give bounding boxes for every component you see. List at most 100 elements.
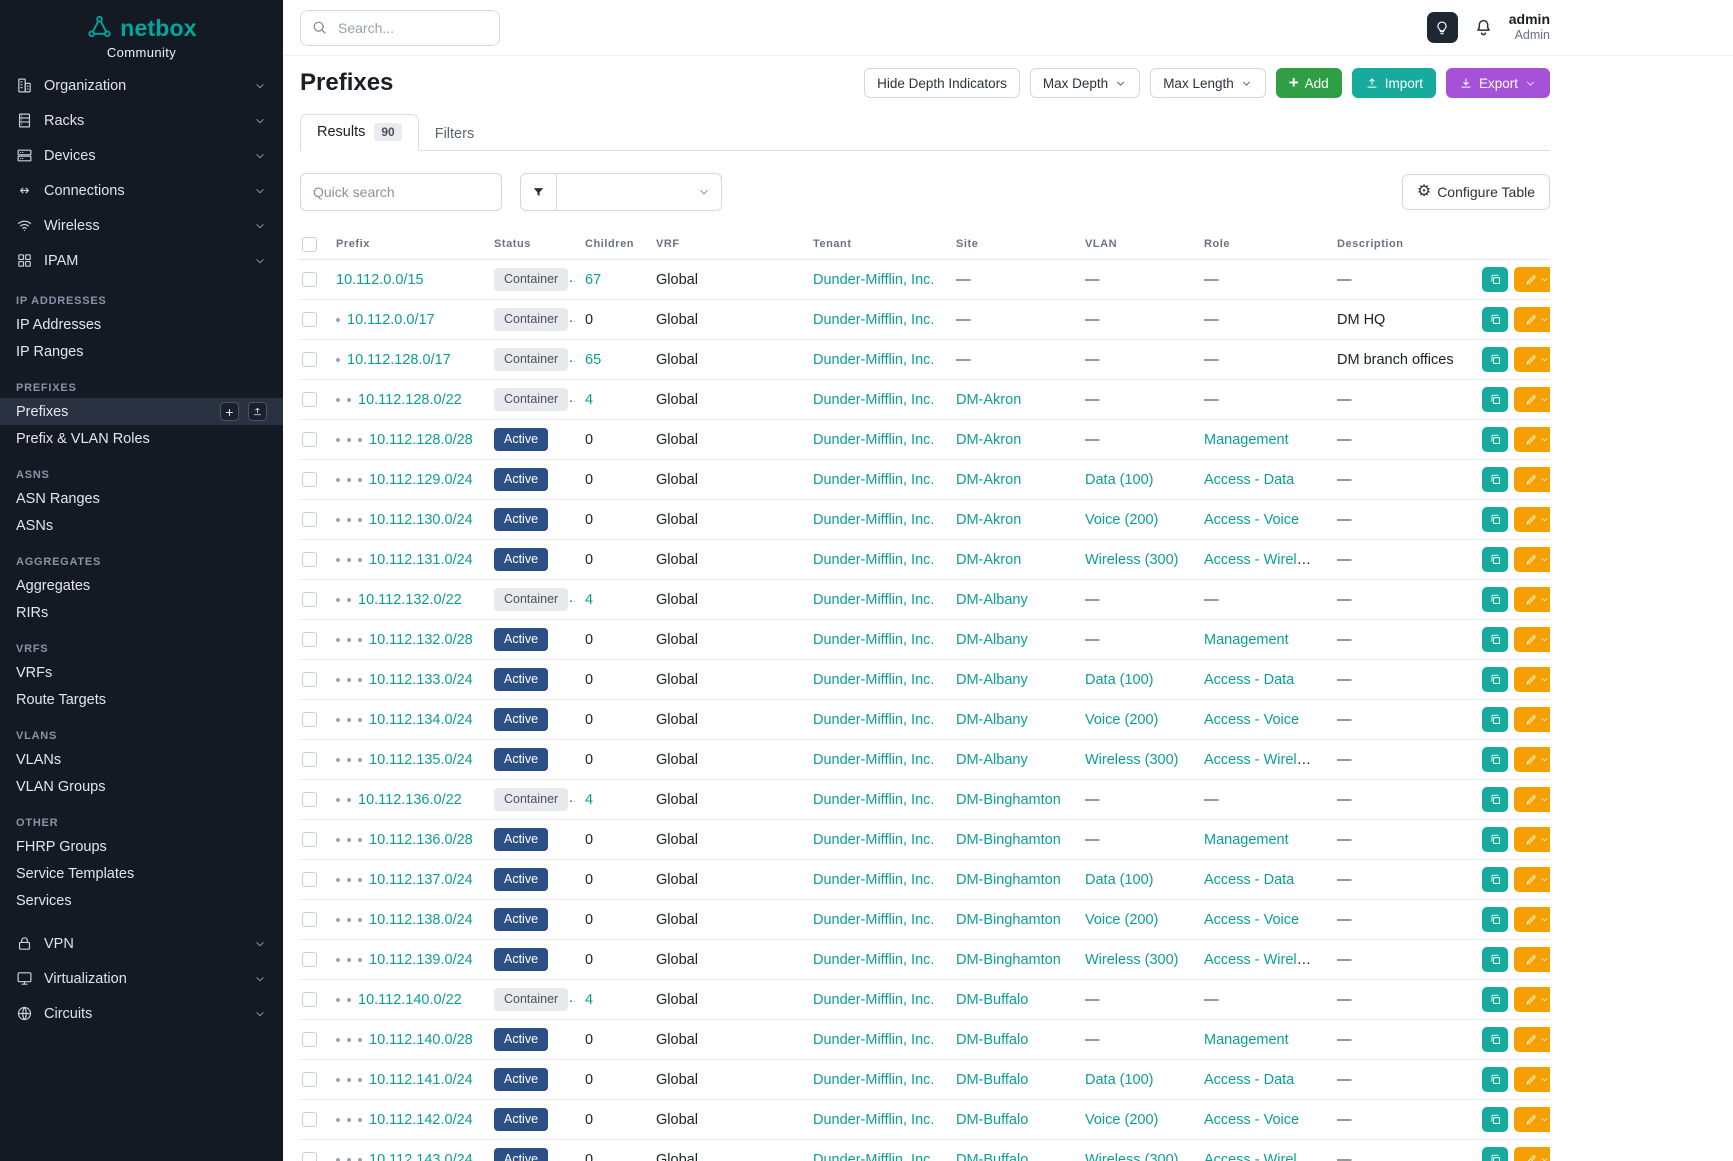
row-checkbox[interactable] <box>302 952 317 967</box>
quick-search-input[interactable] <box>300 173 502 211</box>
tenant-link[interactable]: Dunder-Mifflin, Inc. <box>813 992 934 1008</box>
tenant-link[interactable]: Dunder-Mifflin, Inc. <box>813 632 934 648</box>
prefix-link[interactable]: 10.112.133.0/24 <box>369 672 473 688</box>
prefix-link[interactable]: 10.112.131.0/24 <box>369 552 473 568</box>
tenant-link[interactable]: Dunder-Mifflin, Inc. <box>813 912 934 928</box>
edit-button[interactable] <box>1514 907 1550 932</box>
site-link[interactable]: DM-Buffalo <box>956 1152 1028 1161</box>
saved-filter-select[interactable] <box>557 173 722 211</box>
prefix-link[interactable]: 10.112.128.0/17 <box>347 352 451 368</box>
edit-button[interactable] <box>1514 1107 1550 1132</box>
edit-button[interactable] <box>1514 347 1550 372</box>
sidebar-item-asns[interactable]: ASNs <box>0 512 283 539</box>
sidebar-item-services[interactable]: Services <box>0 887 283 914</box>
site-link[interactable]: DM-Binghamton <box>956 912 1061 928</box>
column-header-description[interactable]: Description <box>1327 229 1472 260</box>
row-checkbox[interactable] <box>302 352 317 367</box>
copy-button[interactable] <box>1482 1027 1508 1052</box>
row-checkbox[interactable] <box>302 1032 317 1047</box>
sidebar-item-vrfs[interactable]: VRFs <box>0 659 283 686</box>
copy-button[interactable] <box>1482 747 1508 772</box>
copy-button[interactable] <box>1482 707 1508 732</box>
user-menu[interactable]: admin Admin <box>1509 11 1550 44</box>
edit-button[interactable] <box>1514 467 1550 492</box>
column-header-children[interactable]: Children <box>575 229 646 260</box>
site-link[interactable]: DM-Buffalo <box>956 1072 1028 1088</box>
role-link[interactable]: Access - Voice <box>1204 512 1299 528</box>
copy-button[interactable] <box>1482 827 1508 852</box>
site-link[interactable]: DM-Binghamton <box>956 872 1061 888</box>
column-header-status[interactable]: Status <box>484 229 575 260</box>
prefix-link[interactable]: 10.112.0.0/17 <box>347 312 435 328</box>
edit-button[interactable] <box>1514 1147 1550 1161</box>
tenant-link[interactable]: Dunder-Mifflin, Inc. <box>813 1032 934 1048</box>
tenant-link[interactable]: Dunder-Mifflin, Inc. <box>813 312 934 328</box>
sidebar-item-aggregates[interactable]: Aggregates <box>0 572 283 599</box>
row-checkbox[interactable] <box>302 712 317 727</box>
prefix-link[interactable]: 10.112.140.0/22 <box>358 992 462 1008</box>
vlan-link[interactable]: Wireless (300) <box>1085 552 1178 568</box>
copy-button[interactable] <box>1482 947 1508 972</box>
column-header-prefix[interactable]: Prefix <box>326 229 484 260</box>
edit-button[interactable] <box>1514 667 1550 692</box>
copy-button[interactable] <box>1482 627 1508 652</box>
vlan-link[interactable]: Wireless (300) <box>1085 952 1178 968</box>
vlan-link[interactable]: Data (100) <box>1085 472 1154 488</box>
prefix-link[interactable]: 10.112.132.0/28 <box>369 632 473 648</box>
vlan-link[interactable]: Data (100) <box>1085 872 1154 888</box>
copy-button[interactable] <box>1482 987 1508 1012</box>
netbox-logo[interactable]: netbox Community <box>0 0 283 68</box>
row-checkbox[interactable] <box>302 632 317 647</box>
site-link[interactable]: DM-Albany <box>956 632 1028 648</box>
role-link[interactable]: Management <box>1204 632 1289 648</box>
filter-button[interactable] <box>520 173 557 211</box>
tenant-link[interactable]: Dunder-Mifflin, Inc. <box>813 432 934 448</box>
copy-button[interactable] <box>1482 507 1508 532</box>
tenant-link[interactable]: Dunder-Mifflin, Inc. <box>813 512 934 528</box>
tenant-link[interactable]: Dunder-Mifflin, Inc. <box>813 1152 934 1161</box>
site-link[interactable]: DM-Akron <box>956 512 1021 528</box>
vlan-link[interactable]: Voice (200) <box>1085 912 1158 928</box>
prefix-link[interactable]: 10.112.130.0/24 <box>369 512 473 528</box>
sidebar-add-mini-button[interactable]: + <box>220 402 239 421</box>
site-link[interactable]: DM-Binghamton <box>956 832 1061 848</box>
tab-results[interactable]: Results90 <box>300 114 419 151</box>
sidebar-item-rirs[interactable]: RIRs <box>0 599 283 626</box>
vlan-link[interactable]: Voice (200) <box>1085 512 1158 528</box>
theme-toggle-button[interactable] <box>1427 12 1458 43</box>
children-count-link[interactable]: 4 <box>585 592 593 608</box>
edit-button[interactable] <box>1514 787 1550 812</box>
tenant-link[interactable]: Dunder-Mifflin, Inc. <box>813 352 934 368</box>
sidebar-item-organization[interactable]: Organization <box>0 68 283 103</box>
site-link[interactable]: DM-Akron <box>956 472 1021 488</box>
edit-button[interactable] <box>1514 987 1550 1012</box>
edit-button[interactable] <box>1514 867 1550 892</box>
children-count-link[interactable]: 4 <box>585 392 593 408</box>
prefix-link[interactable]: 10.112.136.0/28 <box>369 832 473 848</box>
edit-button[interactable] <box>1514 587 1550 612</box>
sidebar-item-circuits[interactable]: Circuits <box>0 996 283 1031</box>
role-link[interactable]: Access - Voice <box>1204 712 1299 728</box>
sidebar-item-vlan-groups[interactable]: VLAN Groups <box>0 773 283 800</box>
edit-button[interactable] <box>1514 1067 1550 1092</box>
select-all-checkbox[interactable] <box>302 237 317 252</box>
sidebar-item-ip-addresses[interactable]: IP Addresses <box>0 311 283 338</box>
tenant-link[interactable]: Dunder-Mifflin, Inc. <box>813 832 934 848</box>
row-checkbox[interactable] <box>302 392 317 407</box>
row-checkbox[interactable] <box>302 472 317 487</box>
site-link[interactable]: DM-Akron <box>956 432 1021 448</box>
sidebar-item-vlans[interactable]: VLANs <box>0 746 283 773</box>
site-link[interactable]: DM-Akron <box>956 392 1021 408</box>
edit-button[interactable] <box>1514 307 1550 332</box>
prefix-link[interactable]: 10.112.0.0/15 <box>336 272 424 288</box>
sidebar-item-route-targets[interactable]: Route Targets <box>0 686 283 713</box>
sidebar-item-prefixes[interactable]: Prefixes + <box>0 398 283 425</box>
tenant-link[interactable]: Dunder-Mifflin, Inc. <box>813 712 934 728</box>
role-link[interactable]: Access - Wireless <box>1204 552 1319 568</box>
column-header-vlan[interactable]: VLAN <box>1075 229 1194 260</box>
row-checkbox[interactable] <box>302 272 317 287</box>
copy-button[interactable] <box>1482 587 1508 612</box>
prefix-link[interactable]: 10.112.137.0/24 <box>369 872 473 888</box>
copy-button[interactable] <box>1482 427 1508 452</box>
copy-button[interactable] <box>1482 907 1508 932</box>
